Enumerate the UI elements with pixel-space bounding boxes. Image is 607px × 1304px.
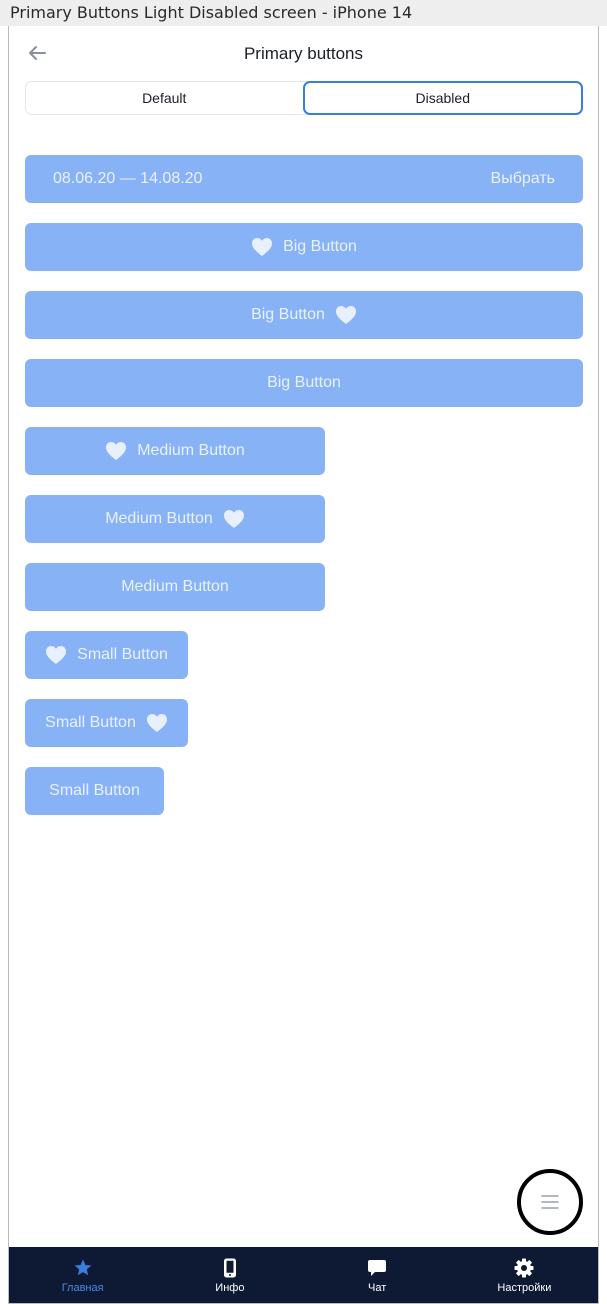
button-label: Big Button <box>283 238 357 255</box>
tab-chat[interactable]: Чат <box>304 1247 451 1303</box>
tab-label: Главная <box>61 1282 104 1294</box>
heart-icon <box>251 237 273 257</box>
big-button-icon-left[interactable]: Big Button <box>25 223 583 271</box>
date-select-label: Выбрать <box>490 170 555 187</box>
hamburger-menu-icon <box>541 1195 559 1209</box>
phone-icon <box>219 1257 241 1279</box>
date-range-text: 08.06.20 — 14.08.20 <box>53 170 203 187</box>
heart-icon <box>146 713 168 733</box>
bottom-tab-bar: Главная Инфо Чат Настройки <box>9 1247 598 1303</box>
button-label: Big Button <box>267 374 341 391</box>
small-button-icon-right[interactable]: Small Button <box>25 699 188 747</box>
button-label: Medium Button <box>105 510 213 527</box>
date-range-button[interactable]: 08.06.20 — 14.08.20 Выбрать <box>25 155 583 203</box>
button-label: Small Button <box>45 714 136 731</box>
medium-button-icon-left[interactable]: Medium Button <box>25 427 325 475</box>
medium-button-icon-right[interactable]: Medium Button <box>25 495 325 543</box>
heart-icon <box>335 305 357 325</box>
tab-label: Инфо <box>215 1282 245 1294</box>
small-button-icon-left[interactable]: Small Button <box>25 631 188 679</box>
tab-label: Чат <box>368 1282 387 1294</box>
page-title: Primary buttons <box>243 44 364 63</box>
button-label: Small Button <box>77 646 168 663</box>
tab-settings[interactable]: Настройки <box>451 1247 598 1303</box>
tab-label: Настройки <box>497 1282 552 1294</box>
screen: Primary Buttons Light Disabled screen - … <box>0 0 607 1304</box>
chat-bubble-icon <box>366 1257 388 1279</box>
medium-button[interactable]: Medium Button <box>25 563 325 611</box>
button-label: Medium Button <box>121 578 229 595</box>
phone-frame: Primary buttons Default Disabled 08.06.2… <box>8 26 599 1304</box>
button-label: Small Button <box>49 782 140 799</box>
big-button[interactable]: Big Button <box>25 359 583 407</box>
heart-icon <box>223 509 245 529</box>
heart-icon <box>105 441 127 461</box>
button-label: Big Button <box>251 306 325 323</box>
star-icon <box>72 1257 94 1279</box>
tab-info[interactable]: Инфо <box>156 1247 303 1303</box>
button-label: Medium Button <box>137 442 245 459</box>
segmented-control: Default Disabled <box>25 81 583 115</box>
menu-fab-button[interactable] <box>517 1169 583 1235</box>
small-button[interactable]: Small Button <box>25 767 164 815</box>
tab-home[interactable]: Главная <box>9 1247 156 1303</box>
header: Primary buttons <box>9 26 598 80</box>
screen-caption: Primary Buttons Light Disabled screen - … <box>0 0 607 26</box>
gear-icon <box>513 1257 535 1279</box>
heart-icon <box>45 645 67 665</box>
segment-default[interactable]: Default <box>26 82 303 114</box>
big-button-icon-right[interactable]: Big Button <box>25 291 583 339</box>
segment-disabled[interactable]: Disabled <box>302 81 583 115</box>
